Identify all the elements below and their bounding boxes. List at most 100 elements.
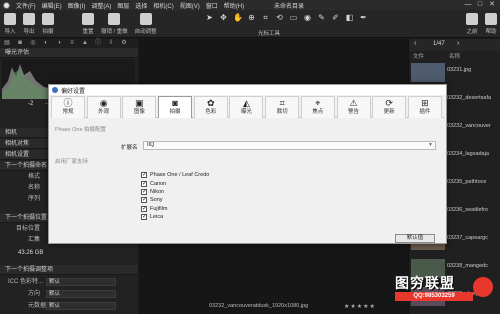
capture-button[interactable]: 拍摄 bbox=[42, 13, 54, 35]
spot-icon[interactable]: ◉ bbox=[303, 13, 312, 22]
menu-select[interactable]: 选择 bbox=[135, 1, 147, 10]
cursor-tools: ➤ ✥ ✋ ⊕ ⌗ ⟲ ▭ ◉ ✎ ✐ ◧ ✒ bbox=[205, 13, 373, 22]
exposure-tab-icon[interactable]: ◑ bbox=[54, 40, 64, 47]
select-arrow-icon[interactable]: ➤ bbox=[205, 13, 214, 22]
rotate-icon[interactable]: ⟲ bbox=[275, 13, 284, 22]
metadata-tab-icon[interactable]: ⓘ bbox=[93, 40, 103, 47]
next-image-icon[interactable]: › bbox=[457, 40, 459, 47]
checkbox[interactable]: ✓ bbox=[141, 205, 147, 212]
next-capture-adjust-header[interactable]: 下一个拍摄调整项 bbox=[0, 265, 138, 275]
gradient-icon[interactable]: ◧ bbox=[345, 13, 354, 22]
tab-focus[interactable]: ⌖ 焦点 bbox=[300, 96, 335, 118]
rating-stars[interactable]: ★★★★★ bbox=[344, 303, 376, 310]
undo-icon bbox=[108, 13, 121, 25]
thumbnail-name: 03237_capeargc bbox=[447, 235, 488, 241]
menu-image[interactable]: 图像(I) bbox=[68, 1, 86, 10]
export-button[interactable]: 导出 bbox=[23, 13, 35, 35]
vendor-checkbox-row[interactable]: ✓ Sony bbox=[141, 196, 209, 204]
before-after-icon bbox=[466, 13, 478, 25]
zoom-icon[interactable]: ⊕ bbox=[247, 13, 256, 22]
prev-image-icon[interactable]: ‹ bbox=[414, 40, 416, 47]
vendor-checkbox-row[interactable]: ✓ Canon bbox=[141, 179, 209, 187]
checkbox[interactable]: ✓ bbox=[141, 180, 147, 187]
lens-tab-icon[interactable]: ◎ bbox=[28, 40, 38, 47]
menu-edit[interactable]: 编辑(E) bbox=[42, 1, 62, 10]
undo-redo-label: 撤销 / 重做 bbox=[101, 29, 128, 35]
import-button[interactable]: 导入 bbox=[4, 13, 16, 35]
menu-file[interactable]: 文件(F) bbox=[16, 1, 36, 10]
menu-layer[interactable]: 图层 bbox=[117, 1, 129, 10]
auto-adjust-label: 自动调整 bbox=[134, 29, 157, 35]
update-icon: ⟳ bbox=[385, 98, 393, 108]
tab-info[interactable]: ⓘ 常规 bbox=[51, 96, 85, 118]
brush-icon[interactable]: ✐ bbox=[331, 13, 340, 22]
minimize-button[interactable]: — bbox=[462, 1, 474, 9]
tab-exposure[interactable]: ◭ 曝光 bbox=[229, 96, 264, 118]
thumbnail-item[interactable]: 03231.jpg bbox=[409, 61, 500, 84]
undo-redo-button[interactable]: 撤销 / 重做 bbox=[101, 13, 128, 35]
batch-tab-icon[interactable]: ⚙ bbox=[119, 40, 129, 47]
checkbox[interactable]: ✓ bbox=[141, 172, 147, 179]
thumbnail-image bbox=[411, 63, 445, 82]
checkbox[interactable]: ✓ bbox=[141, 197, 147, 204]
keystone-icon[interactable]: ▭ bbox=[289, 13, 298, 22]
column-file[interactable]: 文件 bbox=[413, 52, 424, 60]
auto-adjust-button[interactable]: 自动调整 bbox=[135, 13, 157, 35]
vendor-checkbox-row[interactable]: ✓ Fujifilm bbox=[141, 205, 209, 213]
menu-camera[interactable]: 相机(C) bbox=[153, 1, 173, 10]
capture-tab-icon[interactable]: ◙ bbox=[15, 40, 25, 47]
vendor-checkbox-row[interactable]: ✓ Nikon bbox=[141, 188, 209, 196]
help-button[interactable]: 帮助 bbox=[485, 13, 497, 35]
window-title: 未命名目录 bbox=[274, 4, 305, 10]
tab-warning[interactable]: ⚠ 警告 bbox=[336, 96, 371, 118]
filmstrip-columns: 文件 名称 bbox=[409, 52, 500, 60]
vendor-checkbox-row[interactable]: ✓ Phase One / Leaf Credo bbox=[141, 171, 209, 179]
tab-color[interactable]: ✿ 色彩 bbox=[193, 96, 228, 118]
reset-label: 重置 bbox=[82, 29, 94, 35]
export-icon bbox=[23, 13, 35, 25]
checkbox[interactable]: ✓ bbox=[141, 214, 147, 221]
library-tab-icon[interactable]: ▤ bbox=[2, 40, 12, 47]
vendor-checkbox-row[interactable]: ✓ Leica bbox=[141, 213, 209, 221]
before-button[interactable]: 之前 bbox=[466, 13, 478, 35]
reset-button[interactable]: 重置 bbox=[82, 13, 94, 35]
help-icon bbox=[485, 13, 497, 25]
tab-camera[interactable]: ◙ 拍摄 bbox=[158, 96, 193, 118]
close-button[interactable]: ✕ bbox=[486, 1, 498, 9]
annotate-icon[interactable]: ✒ bbox=[359, 13, 368, 22]
menu-window[interactable]: 窗口 bbox=[206, 1, 218, 10]
pan-icon[interactable]: ✥ bbox=[219, 13, 228, 22]
tab-image[interactable]: ▣ 图像 bbox=[122, 96, 157, 118]
hand-icon[interactable]: ✋ bbox=[233, 13, 243, 22]
details-tab-icon[interactable]: ▲ bbox=[80, 40, 90, 47]
tab-crop[interactable]: ⌗ 裁切 bbox=[265, 96, 300, 118]
menu-adjust[interactable]: 调整(A) bbox=[91, 1, 111, 10]
tab-update[interactable]: ⟳ 更新 bbox=[372, 96, 407, 118]
watermark: 图穷联盟 QQ:985303259 bbox=[395, 271, 495, 311]
toolbar-mid-group: 重置 撤销 / 重做 自动调整 bbox=[82, 13, 164, 35]
exposure-eval-header[interactable]: 曝光评估 bbox=[0, 48, 138, 58]
maximize-button[interactable]: □ bbox=[474, 1, 486, 9]
adjust-metadata-select[interactable]: 默认 bbox=[46, 302, 116, 310]
eyedropper-icon[interactable]: ✎ bbox=[317, 13, 326, 22]
capture-label: 拍摄 bbox=[42, 29, 54, 35]
color-tab-icon[interactable]: ◐ bbox=[41, 40, 51, 47]
crop-tool-icon[interactable]: ⌗ bbox=[261, 13, 270, 22]
extension-select[interactable]: IIQ ▼ bbox=[143, 141, 436, 150]
adjust-icc-select[interactable]: 默认 bbox=[46, 278, 116, 286]
restore-defaults-button[interactable]: 默认值 bbox=[395, 234, 435, 243]
layers-tab-icon[interactable]: ≡ bbox=[67, 40, 77, 47]
checkbox[interactable]: ✓ bbox=[141, 188, 147, 195]
tab-plugin[interactable]: ⊞ 插件 bbox=[407, 96, 442, 118]
tab-label: 裁切 bbox=[276, 109, 288, 115]
cursor-tools-label: 光标工具 bbox=[258, 31, 281, 37]
menu-help[interactable]: 帮助(H) bbox=[224, 1, 244, 10]
menu-view[interactable]: 视图(V) bbox=[180, 1, 200, 10]
adjust-orientation-select[interactable]: 默认 bbox=[46, 290, 116, 298]
focus-icon: ⌖ bbox=[315, 98, 321, 108]
column-name[interactable]: 名称 bbox=[449, 52, 460, 60]
tab-eye[interactable]: ◉ 外观 bbox=[86, 96, 121, 118]
tab-label: 常规 bbox=[62, 109, 74, 115]
adjust-metadata-label: 元数据 bbox=[28, 303, 47, 309]
output-tab-icon[interactable]: ⇩ bbox=[106, 40, 116, 47]
